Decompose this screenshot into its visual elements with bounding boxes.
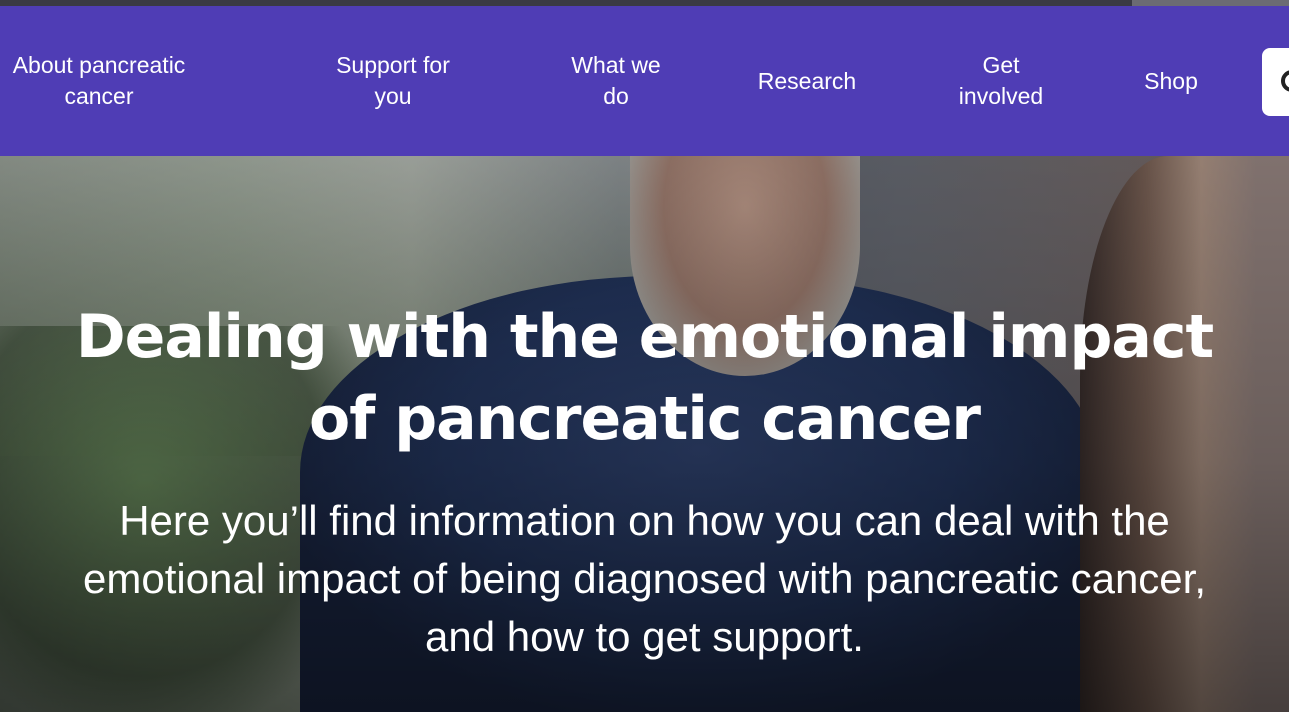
nav-label-line2: do bbox=[603, 83, 629, 109]
search-button[interactable] bbox=[1262, 48, 1289, 116]
page-intro: Here you’ll find information on how you … bbox=[82, 497, 1206, 660]
nav-label-line2: involved bbox=[958, 83, 1044, 109]
nav-label-line1: Support for bbox=[336, 52, 450, 78]
nav-label-line1: About pancreatic bbox=[12, 52, 186, 78]
page-title: Dealing with the emotional impact of pan… bbox=[75, 302, 1214, 454]
main-navigation: About pancreatic cancer Support for you Wh… bbox=[0, 6, 1289, 156]
nav-label: Research bbox=[757, 67, 857, 94]
nav-label: Shop bbox=[1144, 67, 1198, 94]
nav-label-line1: What we bbox=[571, 52, 661, 78]
nav-label-line2: you bbox=[374, 83, 412, 109]
nav-what-we-do[interactable]: What we do bbox=[555, 6, 677, 156]
nav-label-line2: cancer bbox=[64, 83, 134, 109]
nav-research[interactable]: Research bbox=[742, 6, 872, 156]
nav-support-for-you[interactable]: Support for you bbox=[314, 6, 472, 156]
search-icon bbox=[1281, 70, 1289, 92]
hero-banner: Dealing with the emotional impact of pan… bbox=[0, 156, 1289, 712]
nav-about-pancreatic-cancer[interactable]: About pancreatic cancer bbox=[0, 6, 198, 156]
nav-shop[interactable]: Shop bbox=[1125, 6, 1217, 156]
nav-label-line1: Get bbox=[982, 52, 1020, 78]
nav-get-involved[interactable]: Get involved bbox=[940, 6, 1062, 156]
